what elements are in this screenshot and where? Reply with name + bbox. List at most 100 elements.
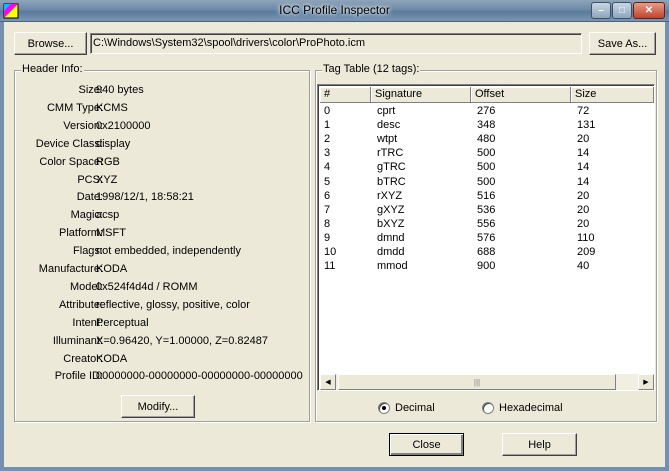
tag-offset-cell: 688: [477, 246, 496, 258]
tag-signature-cell: cprt: [377, 105, 396, 117]
tag-offset-cell: 516: [477, 189, 496, 202]
header-field-value: MSFT: [96, 227, 126, 240]
tag-index-cell: 4: [324, 161, 331, 174]
header-field-row: PCS: XYZ: [14, 174, 308, 188]
header-field-value: 1998/12/1, 18:58:21: [96, 191, 194, 204]
header-field-row: Profile ID: 00000000-00000000-00000000-00…: [14, 370, 308, 384]
header-field-value: reflective, glossy, positive, color: [96, 298, 250, 311]
tag-size-cell: 110: [577, 231, 595, 244]
header-field-row: Platform: MSFT: [14, 227, 308, 241]
header-field-key: Device Class:: [35, 137, 103, 150]
header-field-value: 940 bytes: [96, 84, 144, 96]
tag-table-row[interactable]: 11 mmod 900 40: [320, 260, 654, 273]
close-window-button[interactable]: ✕: [633, 2, 665, 19]
tag-index-cell: 3: [324, 147, 331, 160]
column-header-offset[interactable]: Offset: [471, 87, 571, 103]
tag-table-row[interactable]: 8 bXYZ 556 20: [320, 218, 654, 231]
header-field-row: CMM Type: KCMS: [14, 102, 308, 116]
tag-offset-cell: 900: [477, 260, 496, 273]
hexadecimal-radio[interactable]: Hexadecimal: [482, 402, 563, 414]
window-title: ICC Profile Inspector: [279, 3, 390, 17]
header-field-row: Flags: not embedded, independently: [14, 245, 308, 259]
tag-signature-cell: dmnd: [377, 231, 405, 244]
tag-offset-cell: 536: [477, 203, 496, 216]
tag-table-row[interactable]: 0 cprt 276 72: [320, 105, 654, 118]
tag-signature-cell: bTRC: [377, 175, 406, 188]
tag-size-cell: 20: [577, 189, 590, 202]
tag-index-cell: 10: [324, 246, 337, 258]
tag-signature-cell: rTRC: [377, 147, 404, 160]
header-field-row: Magic: acsp: [14, 209, 308, 223]
tag-index-cell: 5: [324, 175, 331, 188]
tag-offset-cell: 576: [477, 231, 496, 244]
tag-index-cell: 9: [324, 231, 331, 244]
tag-table-label: Tag Table (12 tags):: [322, 63, 421, 75]
header-field-row: Creator: KODA: [14, 353, 308, 367]
header-field-value: KCMS: [96, 101, 128, 114]
header-field-value: X=0.96420, Y=1.00000, Z=0.82487: [96, 334, 268, 347]
tag-table-row[interactable]: 7 gXYZ 536 20: [320, 204, 654, 217]
tag-table-header: # Signature Offset Size: [320, 87, 654, 103]
header-field-value: 00000000-00000000-00000000-00000000: [96, 370, 303, 383]
tag-index-cell: 7: [324, 203, 331, 216]
tag-signature-cell: dmdd: [377, 246, 405, 258]
tag-table-row[interactable]: 10 dmdd 688 209: [320, 246, 654, 259]
header-field-key: Color Space:: [39, 155, 103, 168]
tag-signature-cell: gTRC: [377, 161, 406, 174]
tag-table-list[interactable]: # Signature Offset Size 0 cprt 276 72 1 desc 3…: [317, 84, 655, 391]
title-bar[interactable]: ICC Profile Inspector – □ ✕: [0, 0, 669, 22]
tag-index-cell: 2: [324, 133, 331, 146]
tag-size-cell: 131: [577, 119, 596, 132]
header-field-value: 0x524f4d4d / ROMM: [96, 280, 198, 293]
tag-size-cell: 209: [577, 246, 596, 258]
tag-table-row[interactable]: 5 bTRC 500 14: [320, 176, 654, 189]
scroll-right-icon[interactable]: ▶: [638, 374, 654, 390]
tag-table-row[interactable]: 4 gTRC 500 14: [320, 161, 654, 174]
tag-signature-cell: desc: [377, 119, 401, 132]
header-field-value: display: [96, 137, 131, 150]
profile-path-field[interactable]: C:\Windows\System32\spool\drivers\color\…: [90, 33, 582, 54]
close-button[interactable]: Close: [389, 433, 464, 456]
tag-index-cell: 1: [324, 119, 331, 132]
modify-button[interactable]: Modify...: [121, 395, 195, 418]
tag-table-row[interactable]: 1 desc 348 131: [320, 119, 654, 132]
scrollbar-thumb[interactable]: |||: [338, 374, 616, 390]
decimal-radio-label: Decimal: [395, 402, 435, 414]
tag-signature-cell: gXYZ: [377, 203, 405, 216]
tag-table-row[interactable]: 6 rXYZ 516 20: [320, 190, 654, 203]
column-header-index[interactable]: #: [320, 87, 371, 103]
header-field-row: Device Class: display: [14, 138, 308, 152]
column-header-size[interactable]: Size: [571, 87, 654, 103]
header-field-row: Manufacture: KODA: [14, 263, 308, 277]
header-field-value: RGB: [96, 155, 120, 168]
horizontal-scrollbar[interactable]: ◀ ||| ▶: [320, 374, 654, 390]
maximize-button[interactable]: □: [612, 2, 632, 19]
tag-table-row[interactable]: 2 wtpt 480 20: [320, 133, 654, 146]
tag-offset-cell: 500: [477, 147, 496, 160]
tag-size-cell: 72: [577, 105, 590, 117]
window-frame-right: [665, 22, 669, 471]
header-field-value: KODA: [96, 352, 128, 365]
tag-index-cell: 8: [324, 217, 331, 230]
header-field-row: Version: 0x2100000: [14, 120, 308, 134]
decimal-radio[interactable]: Decimal: [378, 402, 435, 414]
header-field-key: CMM Type:: [46, 101, 103, 114]
header-field-value: XYZ: [96, 173, 118, 186]
minimize-button[interactable]: –: [591, 2, 611, 19]
browse-button[interactable]: Browse...: [14, 32, 87, 55]
decimal-radio-indicator[interactable]: [378, 402, 390, 414]
tag-table-row[interactable]: 9 dmnd 576 110: [320, 232, 654, 245]
tag-size-cell: 14: [577, 147, 590, 160]
tag-size-cell: 20: [577, 133, 590, 146]
tag-signature-cell: wtpt: [377, 133, 398, 146]
save-as-button[interactable]: Save As...: [589, 32, 656, 55]
column-header-signature[interactable]: Signature: [371, 87, 471, 103]
tag-offset-cell: 500: [477, 161, 496, 174]
help-button[interactable]: Help: [502, 433, 577, 456]
header-field-value: not embedded, independently: [96, 245, 241, 258]
tag-size-cell: 20: [577, 203, 590, 216]
scroll-left-icon[interactable]: ◀: [320, 374, 336, 390]
hexadecimal-radio-indicator[interactable]: [482, 402, 494, 414]
header-field-row: Illuminant: X=0.96420, Y=1.00000, Z=0.824…: [14, 335, 308, 349]
tag-table-row[interactable]: 3 rTRC 500 14: [320, 147, 654, 160]
